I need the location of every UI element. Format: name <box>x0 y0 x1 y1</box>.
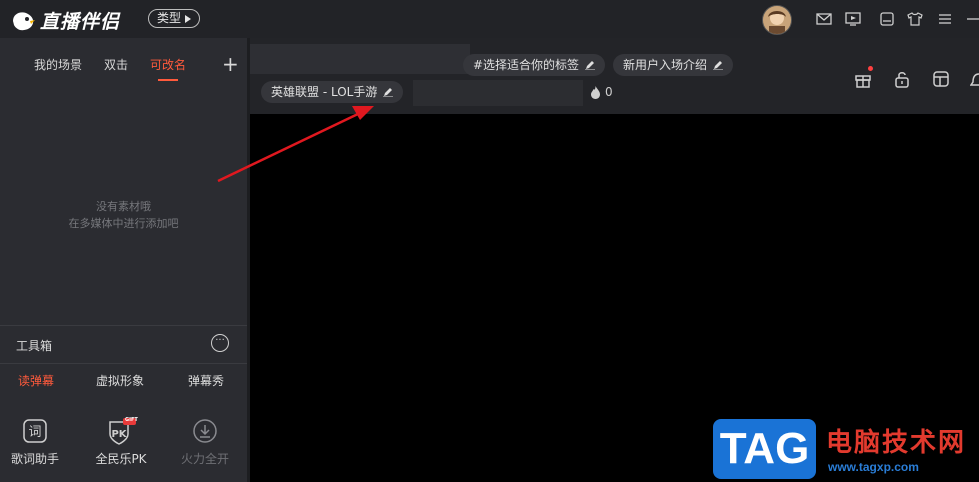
toolbox-subtabs: 读弹幕 虚拟形象 弹幕秀 <box>0 363 247 404</box>
toolbox-header: 工具箱 ··· <box>0 325 247 362</box>
subtab-virtual-avatar[interactable]: 虚拟形象 <box>96 372 144 389</box>
tag-select-button[interactable]: #选择适合你的标签 <box>463 54 606 76</box>
play-triangle-icon <box>185 14 192 23</box>
notification-dot <box>868 66 873 71</box>
watermark-title: 电脑技术网 <box>826 428 967 458</box>
heat-counter: 0 <box>590 85 613 99</box>
unlock-icon[interactable] <box>893 70 911 88</box>
empty-hint-line2: 在多媒体中进行添加吧 <box>68 217 179 230</box>
download-icon <box>193 419 217 443</box>
avatar-image-icon <box>763 6 791 34</box>
title-bar: 直播伴侣 类型 <box>0 0 979 38</box>
bell-icon[interactable] <box>970 70 979 88</box>
empty-hint-line1: 没有素材哦 <box>96 200 151 213</box>
heat-value: 0 <box>605 85 613 99</box>
subtab-danmaku-show[interactable]: 弹幕秀 <box>188 372 224 389</box>
tool-label: 全民乐PK <box>95 452 147 466</box>
category-label: 英雄联盟 - LOL手游 <box>271 85 378 99</box>
pencil-icon <box>383 88 394 97</box>
intro-label: 新用户入场介绍 <box>623 58 708 72</box>
tab-my-scenes[interactable]: 我的场景 <box>34 56 82 73</box>
tab-double-click[interactable]: 双击 <box>104 56 128 73</box>
gift-badge: GIFT <box>125 417 138 423</box>
left-panel: 我的场景 双击 可改名 + 没有素材哦 在多媒体中进行添加吧 工具箱 ··· 读… <box>0 38 247 482</box>
tool-lyrics-assistant[interactable]: 词 歌词助手 <box>0 418 70 467</box>
scene-tabs: 我的场景 双击 可改名 + <box>0 52 247 86</box>
watermark-tag-logo: TAG <box>713 419 816 479</box>
intro-button[interactable]: 新用户入场介绍 <box>613 54 734 76</box>
mail-icon[interactable] <box>816 12 832 26</box>
blurred-title-area <box>250 44 470 74</box>
menu-icon[interactable] <box>937 12 953 26</box>
tool-label: 火力全开 <box>180 452 229 466</box>
svg-text:词: 词 <box>28 425 41 440</box>
pencil-icon <box>585 61 596 70</box>
category-button[interactable]: 英雄联盟 - LOL手游 <box>261 81 404 103</box>
screen-icon[interactable] <box>879 12 895 26</box>
subtab-read-danmaku[interactable]: 读弹幕 <box>18 372 54 389</box>
lyrics-icon: 词 <box>23 419 47 443</box>
pencil-icon <box>713 61 724 70</box>
tool-fire-power[interactable]: 火力全开 <box>170 418 240 467</box>
empty-material-hint: 没有素材哦 在多媒体中进行添加吧 <box>0 198 247 232</box>
svg-text:PK: PK <box>111 429 127 440</box>
tool-pk[interactable]: PK GIFT 全民乐PK <box>86 417 156 467</box>
add-scene-button[interactable]: + <box>222 52 239 76</box>
app-logo: 直播伴侣 <box>10 7 120 34</box>
watermark-url: www.tagxp.com <box>828 460 919 474</box>
video-icon[interactable] <box>845 12 861 26</box>
more-options-button[interactable]: ··· <box>211 334 229 352</box>
bird-logo-icon <box>13 11 35 30</box>
active-tab-underline <box>158 79 178 81</box>
gift-icon[interactable] <box>854 70 872 88</box>
tag-select-label: #选择适合你的标签 <box>473 58 580 72</box>
avatar[interactable] <box>762 5 792 35</box>
flame-icon <box>591 85 600 99</box>
toolbox-title: 工具箱 <box>16 339 53 353</box>
layout-icon[interactable] <box>932 70 950 88</box>
tab-renamable[interactable]: 可改名 <box>150 56 186 73</box>
type-button[interactable]: 类型 <box>148 9 201 28</box>
tool-label: 歌词助手 <box>10 452 59 466</box>
app-title: 直播伴侣 <box>40 11 121 33</box>
type-button-label: 类型 <box>157 11 182 25</box>
shirt-icon[interactable] <box>907 12 923 26</box>
blurred-region <box>413 80 583 106</box>
minimize-icon[interactable] <box>966 12 979 26</box>
